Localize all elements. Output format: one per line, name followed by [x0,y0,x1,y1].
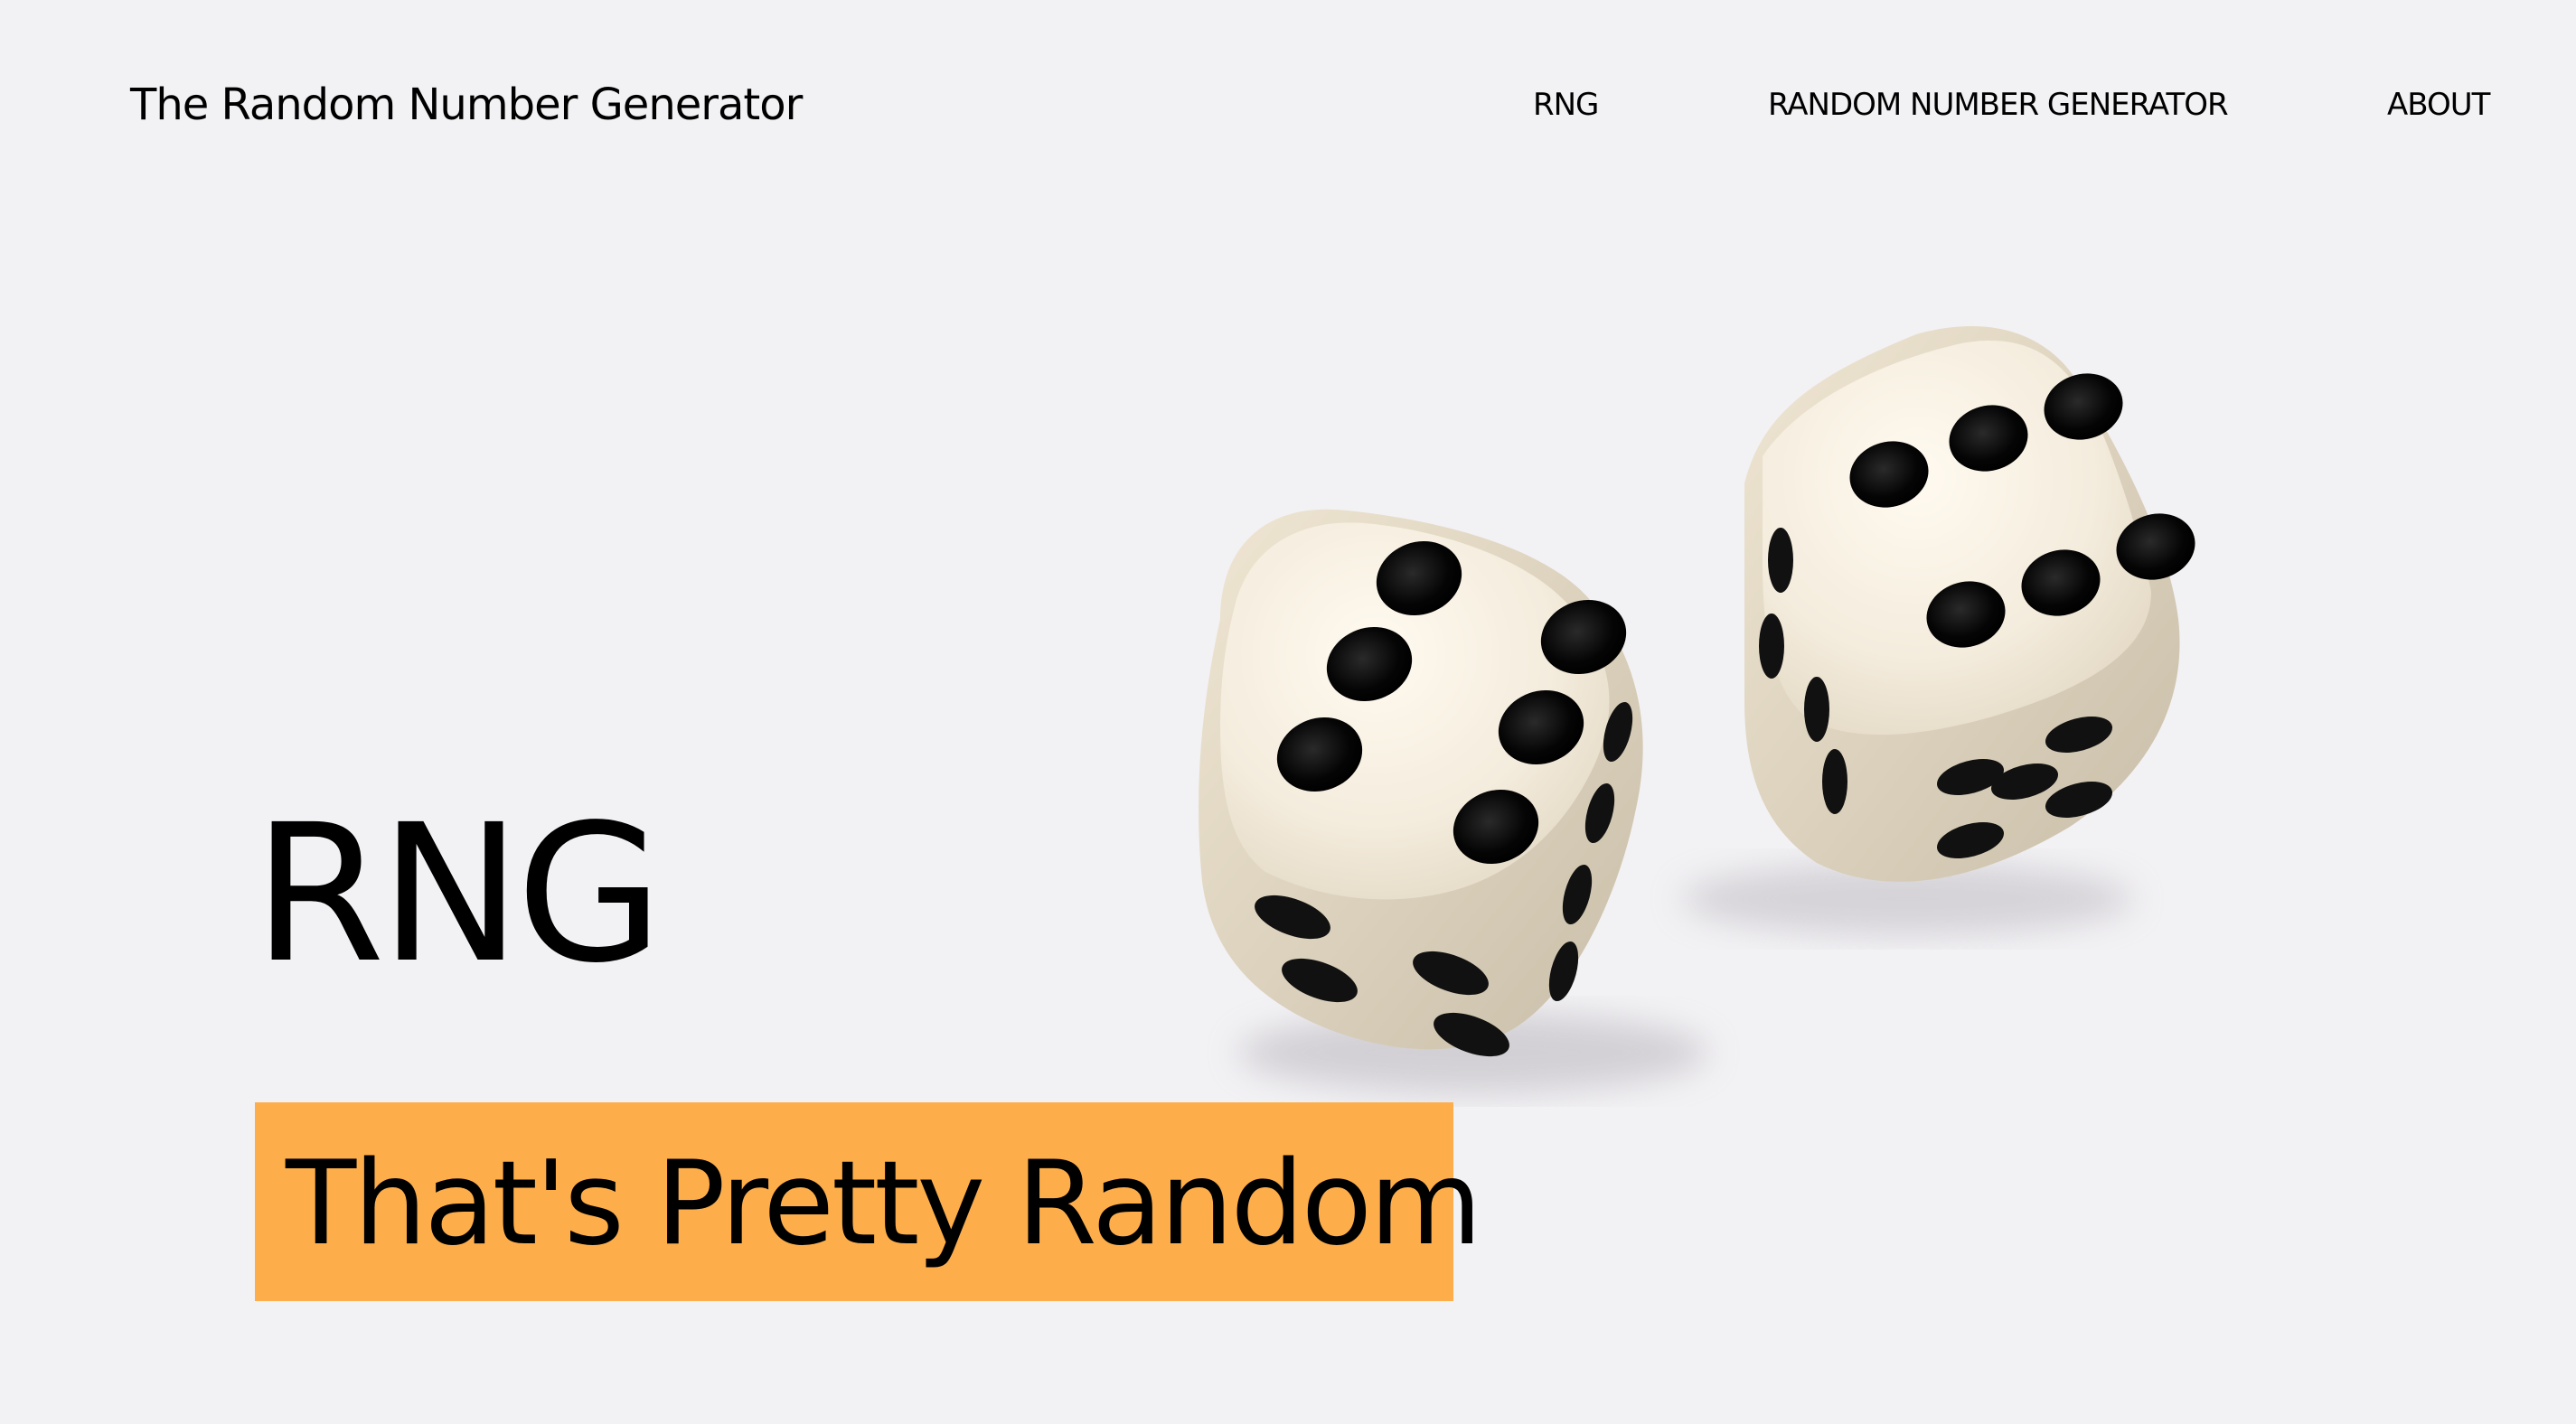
left-die [1199,509,1643,1057]
site-title[interactable]: The Random Number Generator [130,74,803,136]
nav-link-random-number-generator[interactable]: RANDOM NUMBER GENERATOR [1768,85,2229,125]
dice-image [1166,321,2296,1107]
tagline-banner: That's Pretty Random [255,1102,1482,1301]
hero-title: RNG [253,783,663,1005]
nav-link-rng[interactable]: RNG [1533,85,1599,125]
nav-link-about[interactable]: ABOUT [2387,85,2490,125]
tagline-text: That's Pretty Random [286,1137,1482,1271]
right-die [1744,326,2195,882]
